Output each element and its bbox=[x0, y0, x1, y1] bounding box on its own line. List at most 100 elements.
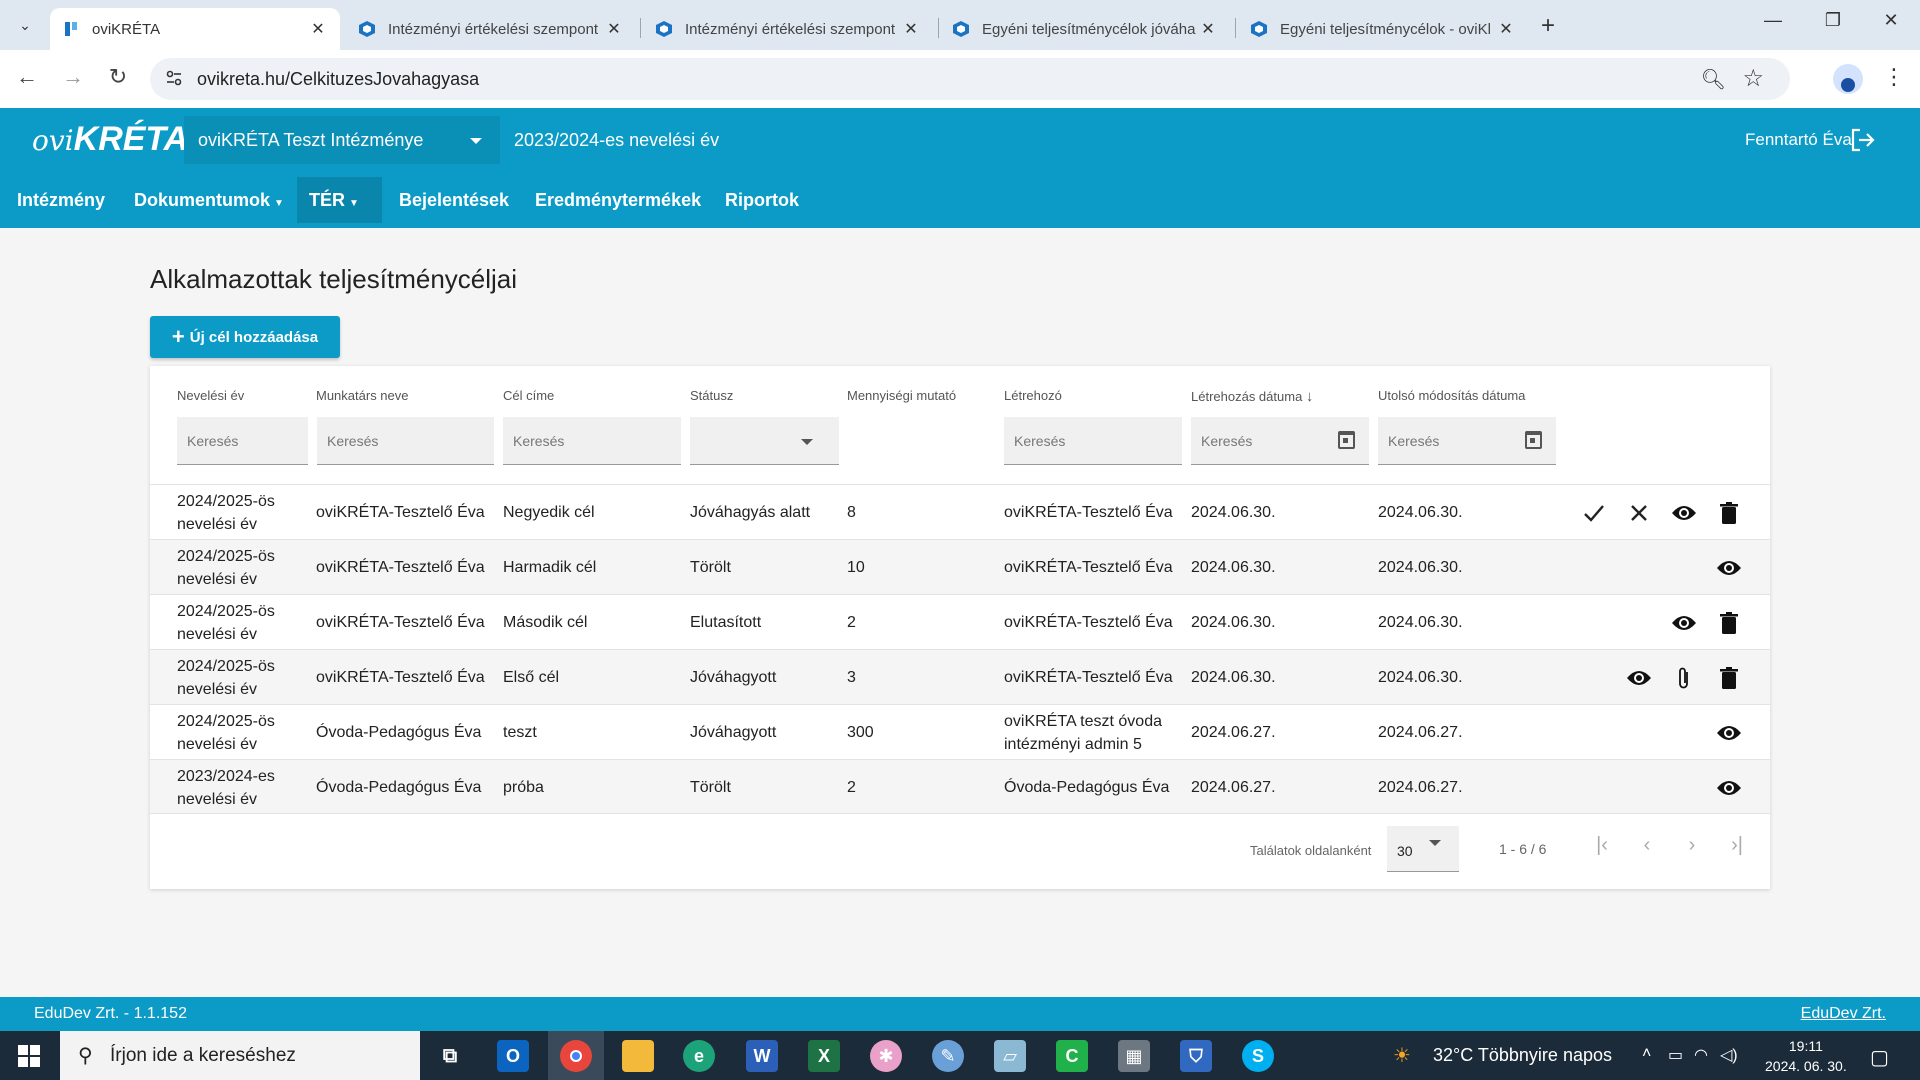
wifi-icon[interactable]: ◠ bbox=[1694, 1045, 1708, 1065]
user-name[interactable]: Fenntartó Éva bbox=[1745, 130, 1852, 150]
chevron-up-icon[interactable]: ˄ bbox=[1642, 1045, 1651, 1063]
weather-sun-icon[interactable]: ☀ bbox=[1393, 1043, 1411, 1068]
filter-modified-date[interactable]: Keresés bbox=[1378, 417, 1556, 465]
trash-icon[interactable] bbox=[1715, 499, 1742, 526]
calendar-icon[interactable] bbox=[1338, 431, 1355, 449]
column-header-year[interactable]: Nevelési év bbox=[177, 388, 244, 403]
tab-search-button[interactable]: ⌄ bbox=[10, 10, 40, 40]
restore-icon[interactable]: ❐ bbox=[1818, 10, 1848, 31]
filter-creator[interactable]: Keresés bbox=[1004, 417, 1182, 465]
column-header-status[interactable]: Státusz bbox=[690, 388, 733, 403]
eye-icon[interactable] bbox=[1670, 609, 1697, 636]
notifications-icon[interactable]: ▢ bbox=[1870, 1045, 1889, 1070]
paint-icon[interactable]: ✎ bbox=[932, 1040, 964, 1072]
close-icon[interactable]: ✕ bbox=[308, 19, 328, 39]
edge-icon[interactable]: e bbox=[683, 1040, 715, 1072]
trash-icon[interactable] bbox=[1715, 664, 1742, 691]
nav-riportok[interactable]: Riportok bbox=[713, 172, 811, 228]
filter-created-date[interactable]: Keresés bbox=[1191, 417, 1369, 465]
zoom-icon[interactable]: 🔍︎ bbox=[1701, 67, 1726, 92]
eye-icon[interactable] bbox=[1670, 499, 1697, 526]
close-icon[interactable] bbox=[1625, 499, 1652, 526]
filter-year[interactable]: Keresés bbox=[177, 417, 308, 465]
address-bar[interactable]: ovikreta.hu/CelkituzesJovahagyasa 🔍︎ ☆ bbox=[150, 58, 1790, 100]
column-header-creator[interactable]: Létrehozó bbox=[1004, 388, 1062, 403]
filter-status-select[interactable] bbox=[690, 417, 839, 465]
tab-ovikreta[interactable]: oviKRÉTA ✕ bbox=[50, 8, 340, 50]
nav-bejelentesek[interactable]: Bejelentések bbox=[387, 172, 521, 228]
site-info-icon[interactable] bbox=[164, 68, 184, 88]
skype-icon[interactable]: S bbox=[1242, 1040, 1274, 1072]
tab-egyeni-jovahagyas[interactable]: Egyéni teljesítménycélok jóváha ✕ bbox=[940, 8, 1230, 50]
minimize-icon[interactable]: — bbox=[1758, 10, 1788, 31]
table-row[interactable]: 2024/2025-ös nevelési év oviKRÉTA-Tesztel… bbox=[150, 539, 1770, 594]
table-row[interactable]: 2024/2025-ös nevelési év oviKRÉTA-Tesztel… bbox=[150, 484, 1770, 539]
table-row[interactable]: 2023/2024-es nevelési év Óvoda-Pedagógus … bbox=[150, 759, 1770, 814]
camtasia-icon[interactable]: C bbox=[1056, 1040, 1088, 1072]
close-icon[interactable]: ✕ bbox=[1198, 19, 1218, 39]
notes-icon[interactable]: ▱ bbox=[994, 1040, 1026, 1072]
back-icon[interactable]: ← bbox=[12, 64, 42, 90]
volume-icon[interactable]: ◁) bbox=[1720, 1045, 1738, 1065]
paperclip-icon[interactable] bbox=[1670, 664, 1697, 691]
taskbar-search[interactable]: ⚲ Írjon ide a kereséshez bbox=[60, 1031, 420, 1080]
bookmark-star-icon[interactable]: ☆ bbox=[1742, 64, 1764, 93]
check-icon[interactable] bbox=[1580, 499, 1607, 526]
reload-icon[interactable]: ↻ bbox=[103, 64, 133, 90]
tab-intezmenyi-1[interactable]: Intézményi értékelési szempont ✕ bbox=[346, 8, 636, 50]
last-page-icon[interactable]: ›| bbox=[1722, 834, 1752, 864]
prev-page-icon[interactable]: ‹ bbox=[1632, 834, 1662, 864]
nav-ter[interactable]: TÉR ▼ bbox=[297, 177, 382, 223]
word-icon[interactable]: W bbox=[746, 1040, 778, 1072]
windows-start-icon[interactable] bbox=[18, 1045, 40, 1067]
filter-goal[interactable]: Keresés bbox=[503, 417, 681, 465]
add-goal-button[interactable]: + Új cél hozzáadása bbox=[150, 316, 340, 358]
window-close-icon[interactable]: ✕ bbox=[1876, 10, 1906, 31]
per-page-select[interactable]: 30 bbox=[1387, 826, 1459, 872]
column-header-created[interactable]: Létrehozás dátuma ↓ bbox=[1191, 388, 1313, 405]
table-row[interactable]: 2024/2025-ös nevelési év oviKRÉTA-Tesztel… bbox=[150, 594, 1770, 649]
trash-icon[interactable] bbox=[1715, 609, 1742, 636]
column-header-goal[interactable]: Cél címe bbox=[503, 388, 554, 403]
chrome-icon[interactable] bbox=[560, 1040, 592, 1072]
new-tab-button[interactable]: + bbox=[1541, 12, 1555, 40]
first-page-icon[interactable]: |‹ bbox=[1587, 834, 1617, 864]
browser-menu-icon[interactable]: ⋮ bbox=[1883, 64, 1905, 90]
battery-icon[interactable]: ▭ bbox=[1668, 1045, 1683, 1065]
institution-select[interactable]: oviKRÉTA Teszt Intézménye bbox=[184, 116, 500, 164]
nav-dokumentumok[interactable]: Dokumentumok ▼ bbox=[122, 172, 296, 228]
close-icon[interactable]: ✕ bbox=[901, 19, 921, 39]
ovikreta-logo[interactable]: oviKRÉTA bbox=[32, 120, 188, 159]
weather-text[interactable]: 32°C Többnyire napos bbox=[1433, 1045, 1612, 1066]
close-icon[interactable]: ✕ bbox=[604, 19, 624, 39]
excel-icon[interactable]: X bbox=[808, 1040, 840, 1072]
forward-icon[interactable]: → bbox=[58, 64, 88, 90]
eye-icon[interactable] bbox=[1625, 664, 1652, 691]
tab-intezmenyi-2[interactable]: Intézményi értékelési szempont ✕ bbox=[643, 8, 933, 50]
shield-icon[interactable]: ⛉ bbox=[1180, 1040, 1212, 1072]
eye-icon[interactable] bbox=[1715, 554, 1742, 581]
table-row[interactable]: 2024/2025-ös nevelési év oviKRÉTA-Tesztel… bbox=[150, 649, 1770, 704]
nav-eredmenytermekek[interactable]: Eredménytermékek bbox=[523, 172, 713, 228]
slack-icon[interactable]: ✱ bbox=[870, 1040, 902, 1072]
table-row[interactable]: 2024/2025-ös nevelési év Óvoda-Pedagógus … bbox=[150, 704, 1770, 759]
calculator-icon[interactable]: ▦ bbox=[1118, 1040, 1150, 1072]
outlook-icon[interactable]: O bbox=[497, 1040, 529, 1072]
nav-intezmeny[interactable]: Intézmény bbox=[5, 172, 117, 228]
profile-avatar[interactable] bbox=[1833, 64, 1863, 94]
logout-icon[interactable] bbox=[1850, 128, 1876, 152]
tab-egyeni-ovikreta[interactable]: Egyéni teljesítménycélok - oviKl ✕ bbox=[1238, 8, 1528, 50]
edudev-link[interactable]: EduDev Zrt. bbox=[1801, 1005, 1886, 1023]
calendar-icon[interactable] bbox=[1525, 431, 1542, 449]
close-icon[interactable]: ✕ bbox=[1496, 19, 1516, 39]
column-header-quantity[interactable]: Mennyiségi mutató bbox=[847, 388, 956, 403]
eye-icon[interactable] bbox=[1715, 774, 1742, 801]
column-header-employee[interactable]: Munkatárs neve bbox=[316, 388, 409, 403]
eye-icon[interactable] bbox=[1715, 719, 1742, 746]
taskbar-clock[interactable]: 19:11 2024. 06. 30. bbox=[1765, 1036, 1847, 1076]
next-page-icon[interactable]: › bbox=[1677, 834, 1707, 864]
column-header-modified[interactable]: Utolsó módosítás dátuma bbox=[1378, 388, 1525, 403]
filter-employee[interactable]: Keresés bbox=[317, 417, 494, 465]
task-view-icon[interactable]: ⧉ bbox=[434, 1040, 466, 1072]
file-explorer-icon[interactable] bbox=[622, 1040, 654, 1072]
